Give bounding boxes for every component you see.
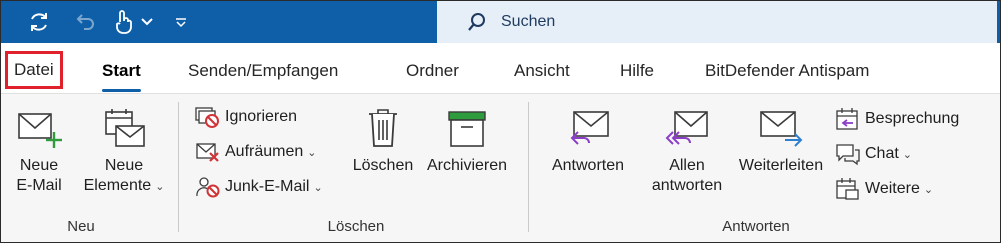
sync-icon[interactable] bbox=[23, 7, 55, 37]
forward-icon bbox=[757, 104, 805, 152]
search-icon bbox=[467, 12, 487, 32]
group-label-neu: Neu bbox=[67, 218, 95, 235]
new-items-icon bbox=[100, 104, 148, 152]
tab-senden-empfangen[interactable]: Senden/Empfangen bbox=[188, 57, 338, 85]
customize-icon[interactable] bbox=[171, 7, 191, 37]
chevron-down-icon: ⌄ bbox=[923, 183, 934, 196]
tab-datei[interactable]: Datei bbox=[5, 51, 63, 89]
search-box[interactable]: Suchen bbox=[437, 1, 997, 43]
chat-button[interactable]: Chat ⌄ bbox=[835, 141, 912, 167]
group-label-antworten: Antworten bbox=[722, 218, 790, 235]
trash-icon bbox=[363, 104, 403, 152]
reply-label: Antworten bbox=[551, 157, 625, 174]
new-email-label-2: E-Mail bbox=[16, 177, 62, 194]
search-label: Suchen bbox=[501, 13, 556, 30]
cleanup-icon bbox=[195, 141, 221, 163]
new-items-button[interactable]: Neue Elemente ⌄ bbox=[81, 104, 167, 197]
tab-bitdefender-antispam[interactable]: BitDefender Antispam bbox=[705, 57, 869, 85]
chat-label: Chat bbox=[865, 145, 899, 162]
junk-email-label: Junk-E-Mail bbox=[225, 178, 310, 195]
meeting-button[interactable]: Besprechung bbox=[835, 106, 959, 132]
junk-email-icon bbox=[195, 176, 221, 198]
title-bar: Suchen bbox=[1, 1, 1000, 43]
ignore-label: Ignorieren bbox=[225, 108, 298, 125]
reply-all-label-2: antworten bbox=[651, 177, 723, 194]
chat-icon bbox=[835, 142, 861, 166]
ignore-button[interactable]: Ignorieren bbox=[195, 104, 297, 130]
group-separator bbox=[178, 102, 179, 232]
ribbon-tabs: Datei Start Senden/Empfangen Ordner Ansi… bbox=[1, 43, 1000, 99]
new-email-icon bbox=[15, 104, 63, 152]
chevron-down-icon: ⌄ bbox=[313, 181, 323, 194]
more-icon bbox=[835, 177, 861, 201]
tab-ordner[interactable]: Ordner bbox=[406, 57, 459, 85]
forward-label: Weiterleiten bbox=[738, 157, 824, 174]
group-separator bbox=[528, 102, 529, 232]
archive-button[interactable]: Archivieren bbox=[421, 104, 513, 176]
forward-button[interactable]: Weiterleiten bbox=[731, 104, 831, 176]
reply-all-label-1: Allen bbox=[669, 157, 705, 174]
chevron-down-icon: ⌄ bbox=[155, 181, 165, 193]
undo-icon[interactable] bbox=[71, 7, 101, 37]
chevron-down-icon[interactable] bbox=[139, 7, 155, 37]
reply-all-button[interactable]: Allen antworten bbox=[647, 104, 727, 196]
cleanup-button[interactable]: Aufräumen ⌄ bbox=[195, 139, 316, 165]
outlook-window: Suchen Datei Start Senden/Empfangen Ordn… bbox=[0, 0, 1001, 243]
cleanup-label: Aufräumen bbox=[225, 143, 304, 160]
tab-hilfe[interactable]: Hilfe bbox=[620, 57, 654, 85]
reply-icon bbox=[564, 104, 612, 152]
ignore-icon bbox=[195, 106, 221, 128]
archive-label: Archivieren bbox=[426, 157, 508, 174]
new-email-label-1: Neue bbox=[19, 157, 59, 174]
tab-ansicht[interactable]: Ansicht bbox=[514, 57, 570, 85]
chevron-down-icon: ⌄ bbox=[902, 148, 913, 161]
new-items-label-1: Neue bbox=[104, 157, 144, 174]
reply-all-icon bbox=[663, 104, 711, 152]
new-items-label-2: Elemente ⌄ bbox=[83, 177, 165, 194]
group-label-loeschen: Löschen bbox=[327, 218, 385, 235]
tab-start[interactable]: Start bbox=[102, 57, 141, 92]
more-label: Weitere bbox=[865, 180, 920, 197]
archive-icon bbox=[445, 104, 489, 152]
meeting-label: Besprechung bbox=[865, 110, 960, 127]
reply-button[interactable]: Antworten bbox=[543, 104, 633, 176]
junk-email-button[interactable]: Junk-E-Mail ⌄ bbox=[195, 174, 323, 200]
delete-button[interactable]: Löschen bbox=[347, 104, 419, 176]
new-email-button[interactable]: Neue E-Mail bbox=[11, 104, 67, 196]
meeting-icon bbox=[835, 107, 861, 131]
more-button[interactable]: Weitere ⌄ bbox=[835, 176, 933, 202]
chevron-down-icon: ⌄ bbox=[307, 146, 317, 159]
touch-mode-icon[interactable] bbox=[109, 7, 137, 37]
ribbon: Neue E-Mail Neue Elemente ⌄ Neu Ignorier… bbox=[1, 93, 1000, 242]
delete-label: Löschen bbox=[352, 157, 414, 174]
